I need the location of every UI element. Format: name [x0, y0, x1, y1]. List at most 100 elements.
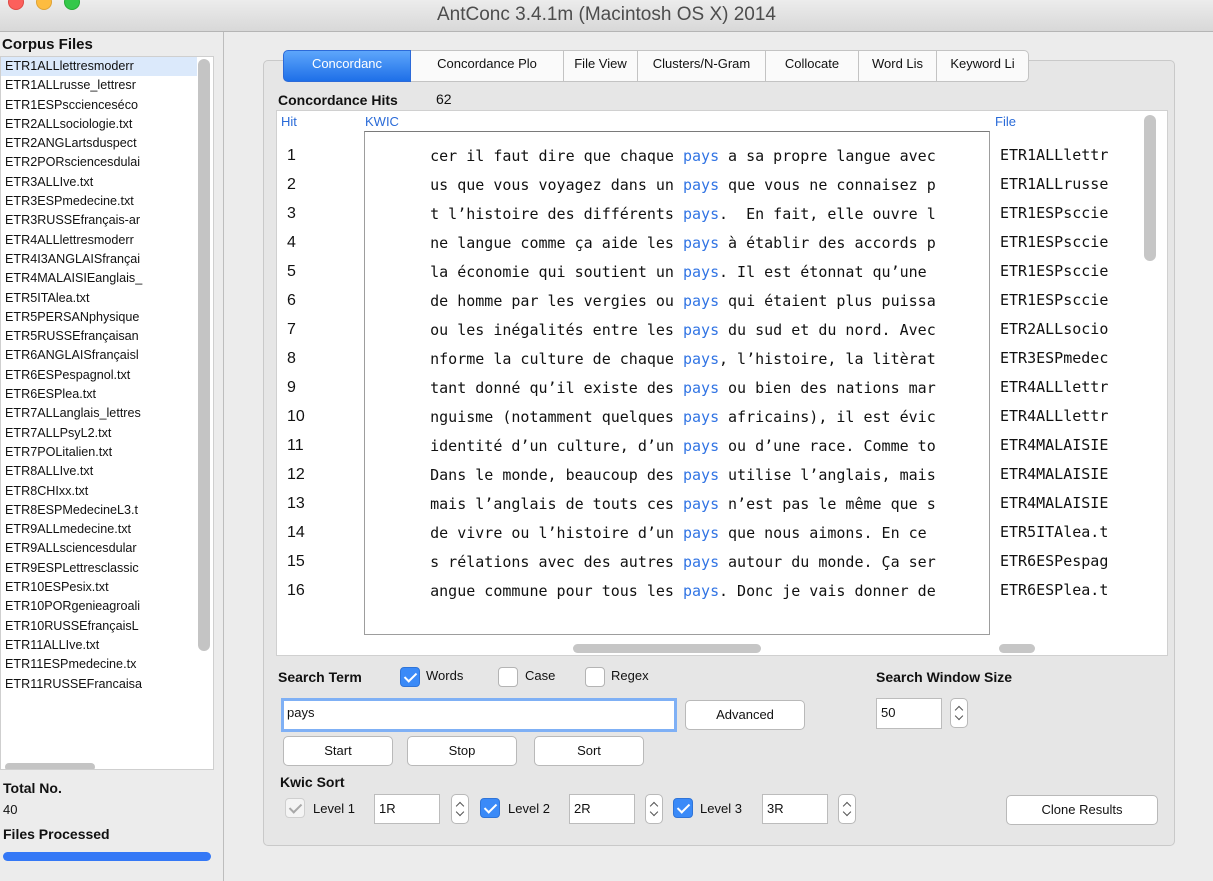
kwic-node-word[interactable]: pays: [683, 519, 719, 548]
level2-stepper[interactable]: [645, 794, 663, 824]
file-name-cell[interactable]: ETR1ALLrusse: [1000, 170, 1108, 199]
corpus-file-item[interactable]: ETR11ESPmedecine.tx: [1, 655, 197, 674]
kwic-line[interactable]: identité d’un culture, d’un pays ou d’un…: [365, 432, 989, 461]
kwic-line[interactable]: nguisme (notamment quelques pays africai…: [365, 403, 989, 432]
kwic-line[interactable]: t l’histoire des différents pays. En fai…: [365, 200, 989, 229]
tab-concordanc[interactable]: Concordanc: [283, 50, 411, 82]
file-list-vertical-scrollbar[interactable]: [198, 59, 210, 651]
corpus-file-item[interactable]: ETR7ALLanglais_lettres: [1, 404, 197, 423]
corpus-file-item[interactable]: ETR6ESPlea.txt: [1, 385, 197, 404]
kwic-node-word[interactable]: pays: [683, 403, 719, 432]
corpus-file-item[interactable]: ETR5PERSANphysique: [1, 308, 197, 327]
column-header-hit[interactable]: Hit: [281, 114, 297, 129]
corpus-file-item[interactable]: ETR4MALAISIEanglais_: [1, 269, 197, 288]
level1-stepper[interactable]: [451, 794, 469, 824]
kwic-line[interactable]: mais l’anglais de touts ces pays n’est p…: [365, 490, 989, 519]
kwic-line[interactable]: s rélations avec des autres pays autour …: [365, 548, 989, 577]
corpus-file-item[interactable]: ETR10PORgenieagroali: [1, 597, 197, 616]
words-checkbox[interactable]: [400, 667, 420, 687]
regex-checkbox[interactable]: [585, 667, 605, 687]
tab-concordance-plo[interactable]: Concordance Plo: [411, 50, 564, 82]
file-name-cell[interactable]: ETR1ESPsccie: [1000, 257, 1108, 286]
corpus-file-item[interactable]: ETR7ALLPsyL2.txt: [1, 424, 197, 443]
corpus-file-item[interactable]: ETR3ALLIve.txt: [1, 173, 197, 192]
kwic-node-word[interactable]: pays: [683, 345, 719, 374]
level1-input[interactable]: 1R: [374, 794, 440, 824]
file-name-cell[interactable]: ETR4ALLlettr: [1000, 402, 1108, 431]
kwic-node-word[interactable]: pays: [683, 142, 719, 171]
stop-button[interactable]: Stop: [407, 736, 517, 766]
level3-checkbox[interactable]: [673, 798, 693, 818]
corpus-file-item[interactable]: ETR1ALLlettresmoderr: [1, 57, 197, 77]
tab-file-view[interactable]: File View: [564, 50, 638, 82]
file-name-cell[interactable]: ETR4ALLlettr: [1000, 373, 1108, 402]
advanced-button[interactable]: Advanced: [685, 700, 805, 730]
corpus-file-item[interactable]: ETR9ESPLettresclassic: [1, 559, 197, 578]
kwic-line[interactable]: cer il faut dire que chaque pays a sa pr…: [365, 142, 989, 171]
kwic-node-word[interactable]: pays: [683, 171, 719, 200]
corpus-file-item[interactable]: ETR2ALLsociologie.txt: [1, 115, 197, 134]
file-name-cell[interactable]: ETR1ESPsccie: [1000, 199, 1108, 228]
file-name-cell[interactable]: ETR6ESPlea.t: [1000, 576, 1108, 605]
file-name-cell[interactable]: ETR1ESPsccie: [1000, 228, 1108, 257]
corpus-file-item[interactable]: ETR7POLitalien.txt: [1, 443, 197, 462]
corpus-file-item[interactable]: ETR3RUSSEfrançais-ar: [1, 211, 197, 230]
file-name-cell[interactable]: ETR4MALAISIE: [1000, 431, 1108, 460]
corpus-file-item[interactable]: ETR2PORsciencesdulai: [1, 153, 197, 172]
column-header-file[interactable]: File: [995, 114, 1016, 129]
kwic-node-word[interactable]: pays: [683, 258, 719, 287]
kwic-line[interactable]: la économie qui soutient un pays. Il est…: [365, 258, 989, 287]
kwic-node-word[interactable]: pays: [683, 229, 719, 258]
kwic-node-word[interactable]: pays: [683, 432, 719, 461]
file-name-cell[interactable]: ETR2ALLsocio: [1000, 315, 1108, 344]
file-name-cell[interactable]: ETR4MALAISIE: [1000, 489, 1108, 518]
file-name-cell[interactable]: ETR1ALLlettr: [1000, 141, 1108, 170]
column-header-kwic[interactable]: KWIC: [365, 114, 399, 129]
corpus-file-item[interactable]: ETR5ITAlea.txt: [1, 289, 197, 308]
clone-results-button[interactable]: Clone Results: [1006, 795, 1158, 825]
kwic-node-word[interactable]: pays: [683, 374, 719, 403]
corpus-file-item[interactable]: ETR11ALLIve.txt: [1, 636, 197, 655]
kwic-line[interactable]: de vivre ou l’histoire d’un pays que nou…: [365, 519, 989, 548]
level3-stepper[interactable]: [838, 794, 856, 824]
file-name-cell[interactable]: ETR1ESPsccie: [1000, 286, 1108, 315]
kwic-column[interactable]: cer il faut dire que chaque pays a sa pr…: [364, 131, 990, 635]
tab-keyword-li[interactable]: Keyword Li: [937, 50, 1029, 82]
file-horizontal-scrollbar[interactable]: [999, 644, 1035, 653]
kwic-line[interactable]: us que vous voyagez dans un pays que vou…: [365, 171, 989, 200]
corpus-file-item[interactable]: ETR9ALLsciencesdular: [1, 539, 197, 558]
file-name-cell[interactable]: ETR4MALAISIE: [1000, 460, 1108, 489]
level2-input[interactable]: 2R: [569, 794, 635, 824]
corpus-file-item[interactable]: ETR8ESPMedecineL3.t: [1, 501, 197, 520]
kwic-line[interactable]: nforme la culture de chaque pays, l’hist…: [365, 345, 989, 374]
corpus-file-item[interactable]: ETR6ANGLAISfrançaisl: [1, 346, 197, 365]
corpus-file-item[interactable]: ETR6ESPespagnol.txt: [1, 366, 197, 385]
corpus-file-item[interactable]: ETR4I3ANGLAISfrançai: [1, 250, 197, 269]
corpus-file-item[interactable]: ETR11RUSSEFrancaisa: [1, 675, 197, 694]
start-button[interactable]: Start: [283, 736, 393, 766]
tab-collocate[interactable]: Collocate: [766, 50, 859, 82]
results-vertical-scrollbar[interactable]: [1144, 115, 1156, 261]
case-checkbox[interactable]: [498, 667, 518, 687]
tab-clusters-n-gram[interactable]: Clusters/N-Gram: [638, 50, 766, 82]
kwic-node-word[interactable]: pays: [683, 490, 719, 519]
kwic-line[interactable]: tant donné qu’il existe des pays ou bien…: [365, 374, 989, 403]
level3-input[interactable]: 3R: [762, 794, 828, 824]
kwic-node-word[interactable]: pays: [683, 200, 719, 229]
kwic-line[interactable]: angue commune pour tous les pays. Donc j…: [365, 577, 989, 606]
sort-button[interactable]: Sort: [534, 736, 644, 766]
corpus-file-item[interactable]: ETR8ALLIve.txt: [1, 462, 197, 481]
corpus-file-item[interactable]: ETR4ALLlettresmoderr: [1, 231, 197, 250]
kwic-line[interactable]: Dans le monde, beaucoup des pays utilise…: [365, 461, 989, 490]
corpus-file-item[interactable]: ETR10RUSSEfrançaisL: [1, 617, 197, 636]
search-window-size-stepper[interactable]: [950, 698, 968, 728]
sidebar-divider[interactable]: [223, 32, 224, 881]
corpus-file-item[interactable]: ETR2ANGLartsduspect: [1, 134, 197, 153]
corpus-file-item[interactable]: ETR1ESPscciencesécо: [1, 96, 197, 115]
kwic-line[interactable]: ne langue comme ça aide les pays à établ…: [365, 229, 989, 258]
kwic-node-word[interactable]: pays: [683, 548, 719, 577]
tab-word-lis[interactable]: Word Lis: [859, 50, 937, 82]
level2-checkbox[interactable]: [480, 798, 500, 818]
kwic-node-word[interactable]: pays: [683, 316, 719, 345]
kwic-horizontal-scrollbar[interactable]: [573, 644, 761, 653]
